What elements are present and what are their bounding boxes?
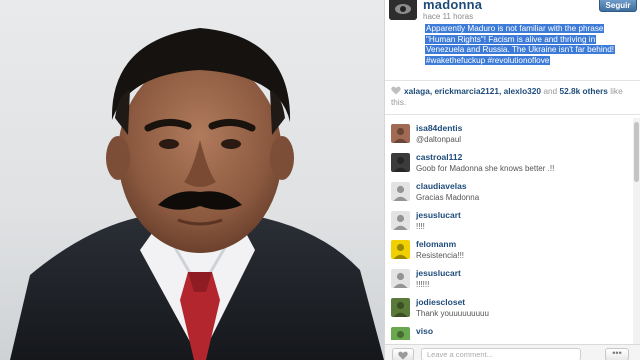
user-avatar-icon [393, 156, 408, 172]
commenter-avatar[interactable] [391, 240, 410, 259]
post-timestamp: hace 11 horas [423, 12, 474, 21]
comment-text: Gracias Madonna [416, 193, 480, 202]
comment-footer: Leave a comment... ••• [385, 344, 640, 360]
commenter-avatar[interactable] [391, 298, 410, 317]
comment-row: felomanm Resistencia!!! [385, 236, 633, 265]
commenter-username[interactable]: claudiavelas [416, 181, 467, 191]
caption-line: "Human Rights"! Facism is alive and thri… [425, 34, 597, 44]
user-avatar-icon [396, 330, 405, 339]
comment-row: jesuslucart!!!! [385, 207, 633, 236]
user-avatar-icon [393, 243, 408, 259]
commenter-username[interactable]: felomanm [416, 239, 456, 249]
caption-line: Venezuela and Russia. The Ukraine isn't … [425, 45, 616, 55]
divider [385, 80, 640, 81]
comment-row: jesuslucart!!!!!! [385, 265, 633, 294]
commenter-avatar[interactable] [391, 269, 410, 288]
comment-row: viso [385, 323, 633, 340]
comment-input[interactable]: Leave a comment... [421, 348, 581, 360]
user-avatar-icon [393, 127, 408, 143]
likes-and: and [543, 86, 558, 96]
commenter-avatar[interactable] [391, 153, 410, 172]
post-caption: Apparently Maduro is not familiar with t… [425, 24, 639, 66]
caption-line: Apparently Maduro is not familiar with t… [425, 24, 605, 33]
user-avatar-icon [393, 301, 408, 317]
user-avatar-icon [393, 272, 408, 288]
likes-summary: xalaga, erickmarcia2121, alexlo320 and 5… [391, 86, 635, 108]
comment-text: Goob for Madonna she knows better .!! [416, 164, 555, 173]
commenter-avatar[interactable] [391, 211, 410, 230]
author-username[interactable]: madonna [423, 0, 482, 12]
comments-scrollbar[interactable] [633, 118, 640, 344]
comment-text: !!!!!! [416, 280, 430, 289]
comment-row: claudiavelas Gracias Madonna [385, 178, 633, 207]
comment-row: isa84dentis @daltonpaul [385, 120, 633, 149]
comment-text: Resistencia!!! [416, 251, 465, 260]
heart-icon [391, 86, 401, 95]
like-button[interactable] [392, 348, 414, 360]
commenter-username[interactable]: isa84dentis [416, 123, 462, 133]
commenter-username[interactable]: viso [416, 326, 433, 336]
user-avatar-icon [393, 185, 408, 201]
commenter-username[interactable]: jodiescloset [416, 297, 465, 307]
user-avatar-icon [393, 214, 408, 230]
commenter-avatar[interactable] [391, 124, 410, 143]
commenter-username[interactable]: castroal112 [416, 152, 462, 162]
comments-list: isa84dentis @daltonpaul castroal112 Goob fo… [385, 120, 633, 340]
commenter-username[interactable]: jesuslucart [416, 210, 461, 220]
comment-text: @daltonpaul [416, 135, 462, 144]
likes-count[interactable]: 52.8k others [559, 86, 607, 96]
heart-icon [398, 351, 408, 360]
comment-row: castroal112 Goob for Madonna she knows be… [385, 149, 633, 178]
comment-text: !!!! [416, 222, 425, 231]
caption-hashtags[interactable]: #wakethefuckup #revolutionoflove [425, 55, 551, 65]
commenter-username[interactable]: jesuslucart [416, 268, 461, 278]
comment-row: jodiescloset Thank youuuuuuuuu [385, 294, 633, 323]
scrollbar-thumb[interactable] [634, 122, 639, 182]
post-photo [0, 0, 384, 360]
ellipsis-icon: ••• [612, 348, 622, 358]
author-avatar[interactable] [389, 0, 417, 20]
divider [385, 114, 640, 115]
post-detail-panel: madonna Seguir hace 11 horas Apparently … [384, 0, 640, 360]
follow-button[interactable]: Seguir [599, 0, 637, 12]
author-avatar-icon [389, 0, 417, 20]
more-options-button[interactable]: ••• [605, 348, 629, 360]
commenter-avatar[interactable] [391, 327, 410, 340]
post-header: madonna Seguir hace 11 horas Apparently … [385, 0, 640, 80]
likes-names[interactable]: xalaga, erickmarcia2121, alexlo320 [404, 86, 541, 96]
comment-text: Thank youuuuuuuuu [416, 309, 489, 318]
commenter-avatar[interactable] [391, 182, 410, 201]
